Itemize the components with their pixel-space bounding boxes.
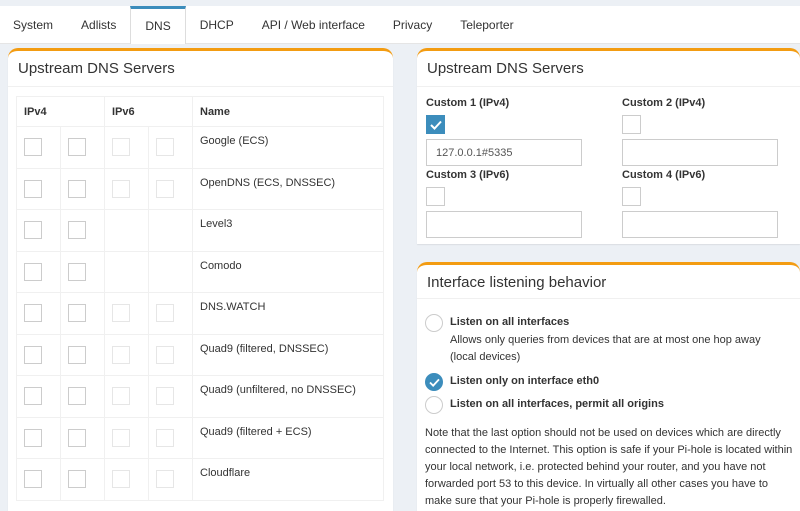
option-listen-eth0[interactable]: Listen only on interface eth0 <box>425 373 599 391</box>
ipv6-checkbox-2[interactable] <box>156 345 174 364</box>
ipv6-checkbox-2[interactable] <box>156 304 174 323</box>
ipv4-checkbox-1[interactable] <box>24 470 42 489</box>
server-name: Comodo <box>192 250 384 293</box>
ipv4-checkbox-1[interactable] <box>24 221 42 240</box>
radio-permit-all[interactable] <box>425 396 443 414</box>
radio-listen-all[interactable] <box>425 314 443 332</box>
ipv4-checkbox-1[interactable] <box>24 304 42 323</box>
custom-1-label: Custom 1 (IPv4) <box>426 97 510 109</box>
ipv4-checkbox-2[interactable] <box>68 345 86 364</box>
ipv4-checkbox-2[interactable] <box>68 262 86 281</box>
custom-1-group: Custom 1 (IPv4) <box>426 97 582 166</box>
table-row: DNS.WATCH <box>16 292 384 335</box>
option-permit-all-origins[interactable]: Listen on all interfaces, permit all ori… <box>425 396 664 414</box>
custom-3-input[interactable] <box>426 211 582 238</box>
settings-tabs: System Adlists DNS DHCP API / Web interf… <box>0 6 800 44</box>
custom-upstream-dns-box: Upstream DNS Servers Custom 1 (IPv4) Cus… <box>417 48 800 244</box>
interface-listening-box: Interface listening behavior Listen on a… <box>417 262 800 511</box>
server-name: OpenDNS (ECS, DNSSEC) <box>192 167 384 210</box>
radio-listen-eth0[interactable] <box>425 373 443 391</box>
server-name: Level3 <box>192 209 384 252</box>
ipv4-checkbox-1[interactable] <box>24 428 42 447</box>
ipv6-checkbox-1[interactable] <box>112 304 130 323</box>
ipv6-checkbox-1[interactable] <box>112 345 130 364</box>
name-header: Name <box>192 96 384 127</box>
upstream-dns-servers-box: Upstream DNS Servers IPv4 IPv6 Name Goog… <box>8 48 393 511</box>
check-icon <box>428 378 440 387</box>
ipv4-header: IPv4 <box>16 96 105 127</box>
option-description: Allows only queries from devices that ar… <box>450 334 761 363</box>
box-title: Interface listening behavior <box>417 265 800 299</box>
custom-4-checkbox[interactable] <box>622 187 641 206</box>
dns-servers-table: IPv4 IPv6 Name Google (ECS) OpenDNS (ECS,… <box>16 96 384 501</box>
table-row: Cloudflare <box>16 458 384 501</box>
table-row: Comodo <box>16 250 384 293</box>
tab-dns[interactable]: DNS <box>130 6 186 44</box>
ipv4-checkbox-1[interactable] <box>24 345 42 364</box>
ipv4-checkbox-1[interactable] <box>24 387 42 406</box>
ipv6-checkbox-1[interactable] <box>112 138 130 157</box>
server-name: Quad9 (filtered + ECS) <box>192 416 384 459</box>
box-title: Upstream DNS Servers <box>8 51 393 87</box>
custom-4-group: Custom 4 (IPv6) <box>622 169 778 238</box>
ipv6-checkbox-2[interactable] <box>156 428 174 447</box>
ipv6-checkbox-1[interactable] <box>112 387 130 406</box>
custom-4-label: Custom 4 (IPv6) <box>622 169 706 181</box>
tab-dhcp[interactable]: DHCP <box>186 6 248 43</box>
custom-2-checkbox[interactable] <box>622 115 641 134</box>
tab-system[interactable]: System <box>0 6 67 43</box>
server-name: Google (ECS) <box>192 126 384 169</box>
option-listen-all-interfaces[interactable]: Listen on all interfaces Allows only que… <box>425 314 780 366</box>
box-title: Upstream DNS Servers <box>417 51 800 87</box>
custom-1-checkbox[interactable] <box>426 115 445 134</box>
ipv4-checkbox-2[interactable] <box>68 138 86 157</box>
table-row: OpenDNS (ECS, DNSSEC) <box>16 167 384 210</box>
ipv4-checkbox-2[interactable] <box>68 387 86 406</box>
check-icon <box>429 120 442 130</box>
custom-2-label: Custom 2 (IPv4) <box>622 97 706 109</box>
tab-privacy[interactable]: Privacy <box>379 6 446 43</box>
tab-adlists[interactable]: Adlists <box>67 6 130 43</box>
table-row: Quad9 (filtered + ECS) <box>16 416 384 459</box>
ipv4-checkbox-2[interactable] <box>68 179 86 198</box>
custom-2-group: Custom 2 (IPv4) <box>622 97 778 166</box>
server-name: Quad9 (unfiltered, no DNSSEC) <box>192 375 384 418</box>
option-label: Listen only on interface eth0 <box>450 375 600 387</box>
server-name: Cloudflare <box>192 458 384 501</box>
custom-1-input[interactable] <box>426 139 582 166</box>
ipv4-checkbox-1[interactable] <box>24 138 42 157</box>
ipv6-checkbox-2[interactable] <box>156 138 174 157</box>
ipv4-checkbox-2[interactable] <box>68 221 86 240</box>
option-label: Listen on all interfaces <box>450 316 570 328</box>
custom-3-checkbox[interactable] <box>426 187 445 206</box>
custom-3-group: Custom 3 (IPv6) <box>426 169 582 238</box>
option-label: Listen on all interfaces, permit all ori… <box>450 398 664 410</box>
tab-teleporter[interactable]: Teleporter <box>446 6 527 43</box>
ipv6-checkbox-2[interactable] <box>156 387 174 406</box>
ipv6-checkbox-1[interactable] <box>112 470 130 489</box>
table-row: Level3 <box>16 209 384 252</box>
custom-2-input[interactable] <box>622 139 778 166</box>
ipv4-checkbox-2[interactable] <box>68 428 86 447</box>
table-row: Google (ECS) <box>16 126 384 169</box>
ipv6-checkbox-2[interactable] <box>156 470 174 489</box>
ipv6-header: IPv6 <box>104 96 193 127</box>
ipv4-checkbox-1[interactable] <box>24 179 42 198</box>
server-name: DNS.WATCH <box>192 292 384 335</box>
ipv6-checkbox-1[interactable] <box>112 179 130 198</box>
custom-3-label: Custom 3 (IPv6) <box>426 169 510 181</box>
ipv6-checkbox-1[interactable] <box>112 428 130 447</box>
listening-note: Note that the last option should not be … <box>425 427 793 507</box>
tab-api-web-interface[interactable]: API / Web interface <box>248 6 379 43</box>
ipv4-checkbox-2[interactable] <box>68 470 86 489</box>
ipv6-checkbox-2[interactable] <box>156 179 174 198</box>
ipv4-checkbox-2[interactable] <box>68 304 86 323</box>
server-name: Quad9 (filtered, DNSSEC) <box>192 333 384 376</box>
ipv4-checkbox-1[interactable] <box>24 262 42 281</box>
table-row: Quad9 (unfiltered, no DNSSEC) <box>16 375 384 418</box>
table-row: Quad9 (filtered, DNSSEC) <box>16 333 384 376</box>
custom-4-input[interactable] <box>622 211 778 238</box>
